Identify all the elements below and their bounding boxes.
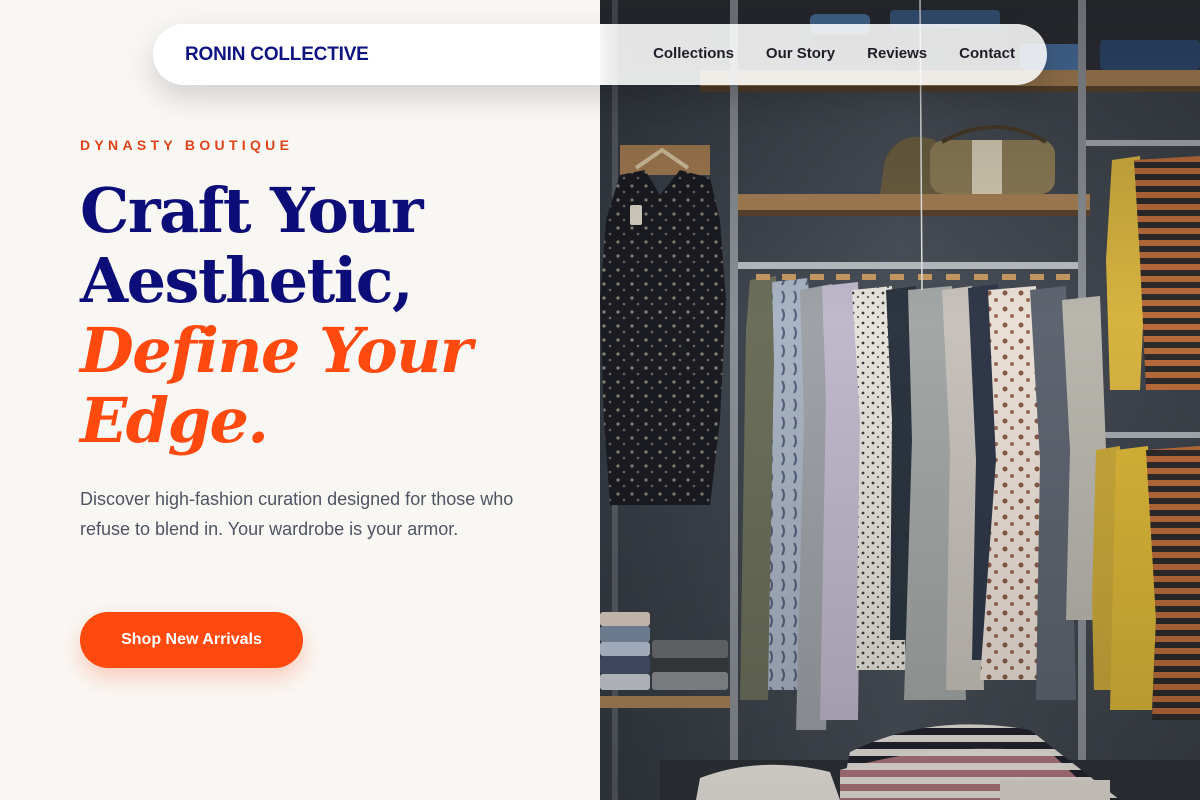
nav-link-contact[interactable]: Contact [959, 45, 1015, 62]
nav-link-collections[interactable]: Collections [653, 45, 734, 62]
nav-link-our-story[interactable]: Our Story [766, 45, 835, 62]
hero-eyebrow: DYNASTY BOUTIQUE [80, 137, 294, 153]
brand-logo[interactable]: RONIN COLLECTIVE [185, 44, 369, 66]
nav-links: Collections Our Story Reviews Contact [653, 45, 1015, 62]
top-navigation: RONIN COLLECTIVE Collections Our Story R… [153, 24, 1047, 85]
nav-link-reviews[interactable]: Reviews [867, 45, 927, 62]
headline-line-2: Aesthetic, [80, 244, 414, 317]
hero-image: ninjakikonotokyo [600, 0, 1200, 800]
hero-description: Discover high-fashion curation designed … [80, 489, 514, 539]
headline-accent-line-1: Define Your [80, 314, 473, 387]
shop-new-arrivals-button[interactable]: Shop New Arrivals [80, 612, 303, 668]
headline-accent-line-2: Edge. [80, 384, 269, 457]
headline-line-1: Craft Your [80, 174, 424, 247]
hero-headline: Craft Your Aesthetic, Define Your Edge. [80, 174, 473, 457]
